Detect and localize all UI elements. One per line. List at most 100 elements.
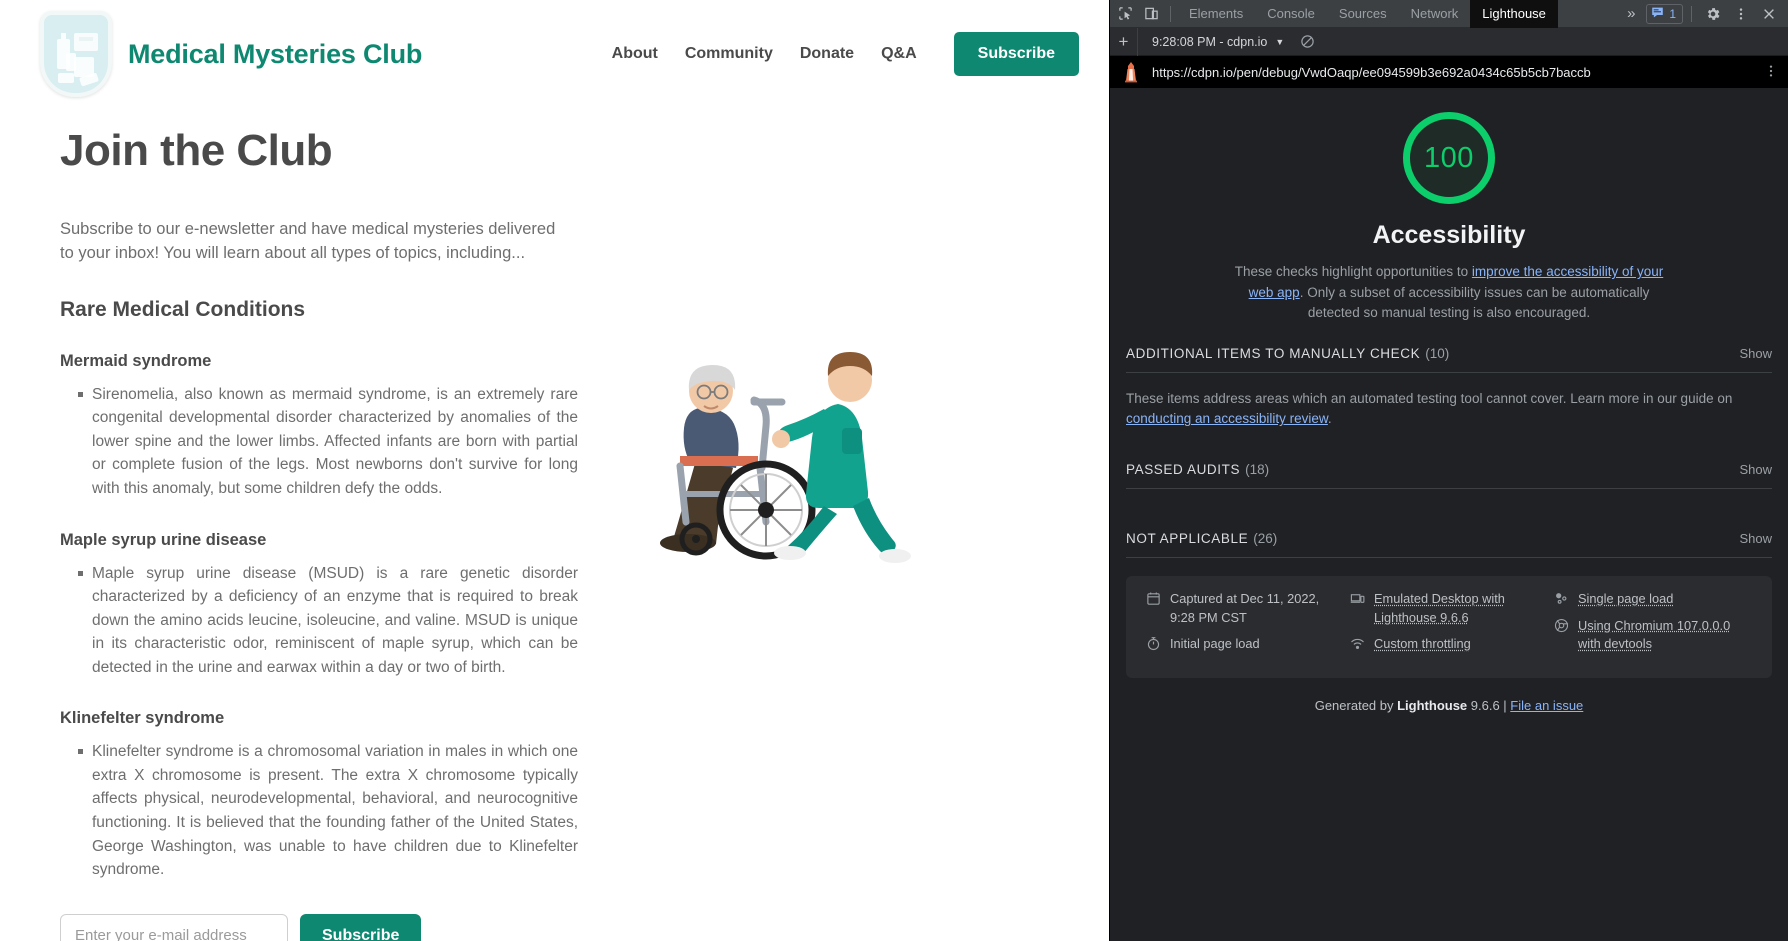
tab-console[interactable]: Console bbox=[1255, 0, 1327, 28]
nav-item-about[interactable]: About bbox=[612, 45, 658, 63]
lighthouse-logo-icon bbox=[1122, 61, 1140, 83]
run-selector[interactable]: 9:28:08 PM - cdpn.io ▼ bbox=[1138, 35, 1294, 49]
web-page-viewport: Medical Mysteries Club About Community D… bbox=[0, 0, 1109, 941]
description-pre: These checks highlight opportunities to bbox=[1235, 264, 1472, 279]
medical-shield-logo-icon[interactable] bbox=[40, 11, 112, 97]
section-count: (18) bbox=[1245, 462, 1269, 477]
section-passed-audits: PASSED AUDITS (18) Show bbox=[1110, 462, 1788, 489]
site-title[interactable]: Medical Mysteries Club bbox=[128, 39, 422, 70]
site-header: Medical Mysteries Club About Community D… bbox=[0, 0, 1109, 108]
single-page-icon bbox=[1554, 591, 1569, 606]
section-toggle-show[interactable]: Show bbox=[1739, 531, 1772, 546]
page-content: Join the Club Subscribe to our e-newslet… bbox=[0, 108, 1109, 941]
subscribe-submit-button[interactable]: Subscribe bbox=[300, 914, 421, 941]
section-not-applicable: NOT APPLICABLE (26) Show bbox=[1110, 531, 1788, 558]
console-message-badge[interactable]: 1 bbox=[1646, 4, 1683, 24]
nav-item-donate[interactable]: Donate bbox=[800, 45, 854, 63]
section-title: Rare Medical Conditions bbox=[60, 298, 568, 322]
calendar-icon bbox=[1146, 591, 1161, 606]
throttling-icon bbox=[1350, 636, 1365, 651]
meta-emulated-desktop: Emulated Desktop with Lighthouse 9.6.6 bbox=[1350, 590, 1548, 627]
section-manual-check: ADDITIONAL ITEMS TO MANUALLY CHECK (10) … bbox=[1110, 346, 1788, 431]
footer-pre: Generated by bbox=[1315, 698, 1397, 713]
report-metadata: Captured at Dec 11, 2022, 9:28 PM CST In… bbox=[1126, 576, 1772, 678]
section-count: (10) bbox=[1425, 346, 1449, 361]
section-toggle-show[interactable]: Show bbox=[1739, 346, 1772, 361]
tab-elements[interactable]: Elements bbox=[1177, 0, 1255, 28]
devtools-toolbar: Elements Console Sources Network Lightho… bbox=[1110, 0, 1788, 28]
lighthouse-report: 100 Accessibility These checks highlight… bbox=[1110, 88, 1788, 941]
metadata-column-2: Emulated Desktop with Lighthouse 9.6.6 C… bbox=[1350, 590, 1548, 662]
kebab-menu-icon[interactable] bbox=[1764, 64, 1778, 81]
console-message-count: 1 bbox=[1669, 7, 1676, 21]
device-toolbar-icon[interactable] bbox=[1138, 1, 1164, 27]
devtools-panel: Elements Console Sources Network Lightho… bbox=[1109, 0, 1788, 941]
content-column: Join the Club Subscribe to our e-newslet… bbox=[40, 108, 568, 941]
toolbar-divider-2 bbox=[1691, 6, 1692, 22]
section-title: NOT APPLICABLE bbox=[1126, 531, 1248, 546]
section-body-pre: These items address areas which an autom… bbox=[1126, 391, 1732, 406]
app-root: Medical Mysteries Club About Community D… bbox=[0, 0, 1788, 941]
inspect-element-icon[interactable] bbox=[1112, 1, 1138, 27]
condition-title-msud: Maple syrup urine disease bbox=[60, 531, 568, 550]
accessibility-review-link[interactable]: conducting an accessibility review bbox=[1126, 411, 1328, 426]
file-an-issue-link[interactable]: File an issue bbox=[1510, 698, 1583, 713]
illustration-column bbox=[568, 108, 1069, 941]
footer-brand: Lighthouse bbox=[1397, 698, 1467, 713]
score-value: 100 bbox=[1424, 142, 1474, 175]
description-post: . Only a subset of accessibility issues … bbox=[1300, 285, 1650, 321]
plus-icon[interactable]: + bbox=[1110, 28, 1138, 56]
category-description: These checks highlight opportunities to … bbox=[1234, 262, 1664, 324]
stopwatch-icon bbox=[1146, 636, 1161, 651]
clear-all-icon[interactable] bbox=[1294, 34, 1315, 49]
tab-lighthouse[interactable]: Lighthouse bbox=[1470, 0, 1558, 28]
score-gauge-wrap: 100 Accessibility These checks highlight… bbox=[1110, 88, 1788, 324]
report-footer: Generated by Lighthouse 9.6.6 | File an … bbox=[1110, 698, 1788, 713]
section-header[interactable]: NOT APPLICABLE (26) Show bbox=[1126, 531, 1772, 558]
section-title: ADDITIONAL ITEMS TO MANUALLY CHECK bbox=[1126, 346, 1420, 361]
accessibility-score-gauge: 100 bbox=[1403, 112, 1495, 204]
run-selector-label: 9:28:08 PM - cdpn.io bbox=[1152, 35, 1267, 49]
meta-link[interactable]: Using Chromium 107.0.0.0 with devtools bbox=[1578, 617, 1752, 654]
tab-sources[interactable]: Sources bbox=[1327, 0, 1399, 28]
console-message-icon bbox=[1651, 6, 1664, 22]
meta-using-chromium: Using Chromium 107.0.0.0 with devtools bbox=[1554, 617, 1752, 654]
meta-text: Captured at Dec 11, 2022, 9:28 PM CST bbox=[1170, 590, 1344, 627]
section-header[interactable]: PASSED AUDITS (18) Show bbox=[1126, 462, 1772, 489]
subscribe-form: Subscribe bbox=[60, 914, 568, 941]
gear-icon[interactable] bbox=[1700, 1, 1726, 27]
nav-item-qa[interactable]: Q&A bbox=[881, 45, 917, 63]
meta-text: Initial page load bbox=[1170, 635, 1260, 654]
lighthouse-url-bar: https://cdpn.io/pen/debug/VwdOaqp/ee0945… bbox=[1110, 56, 1788, 88]
lighthouse-toolbar: + 9:28:08 PM - cdpn.io ▼ bbox=[1110, 28, 1788, 56]
report-url[interactable]: https://cdpn.io/pen/debug/VwdOaqp/ee0945… bbox=[1152, 65, 1591, 80]
list-item: Klinefelter syndrome is a chromosomal va… bbox=[78, 740, 578, 881]
nurse-pushing-elderly-patient-in-wheelchair-illustration bbox=[638, 308, 968, 598]
nav-item-community[interactable]: Community bbox=[685, 45, 773, 63]
metadata-column-3: Single page load Using Chromium 107.0.0.… bbox=[1554, 590, 1752, 662]
meta-link[interactable]: Single page load bbox=[1578, 590, 1673, 609]
page-title: Join the Club bbox=[60, 126, 568, 176]
condition-title-klinefelter: Klinefelter syndrome bbox=[60, 709, 568, 728]
section-body: These items address areas which an autom… bbox=[1126, 373, 1772, 431]
close-icon[interactable] bbox=[1756, 1, 1782, 27]
category-title: Accessibility bbox=[1110, 221, 1788, 250]
email-input[interactable] bbox=[60, 914, 288, 941]
meta-link[interactable]: Custom throttling bbox=[1374, 635, 1471, 654]
page-intro: Subscribe to our e-newsletter and have m… bbox=[60, 218, 570, 266]
kebab-menu-icon[interactable] bbox=[1728, 1, 1754, 27]
main-nav: About Community Donate Q&A Subscribe bbox=[612, 32, 1079, 76]
list-item: Sirenomelia, also known as mermaid syndr… bbox=[78, 383, 578, 501]
header-subscribe-button[interactable]: Subscribe bbox=[954, 32, 1079, 76]
tab-network[interactable]: Network bbox=[1399, 0, 1471, 28]
toolbar-divider bbox=[1170, 6, 1171, 22]
metadata-column-1: Captured at Dec 11, 2022, 9:28 PM CST In… bbox=[1146, 590, 1344, 662]
condition-title-mermaid: Mermaid syndrome bbox=[60, 352, 568, 371]
meta-link[interactable]: Emulated Desktop with Lighthouse 9.6.6 bbox=[1374, 590, 1548, 627]
section-toggle-show[interactable]: Show bbox=[1739, 462, 1772, 477]
section-header[interactable]: ADDITIONAL ITEMS TO MANUALLY CHECK (10) … bbox=[1126, 346, 1772, 373]
list-item: Maple syrup urine disease (MSUD) is a ra… bbox=[78, 562, 578, 680]
section-body-post: . bbox=[1328, 411, 1332, 426]
footer-version: 9.6.6 | bbox=[1467, 698, 1510, 713]
more-tabs-icon[interactable]: » bbox=[1618, 1, 1644, 27]
